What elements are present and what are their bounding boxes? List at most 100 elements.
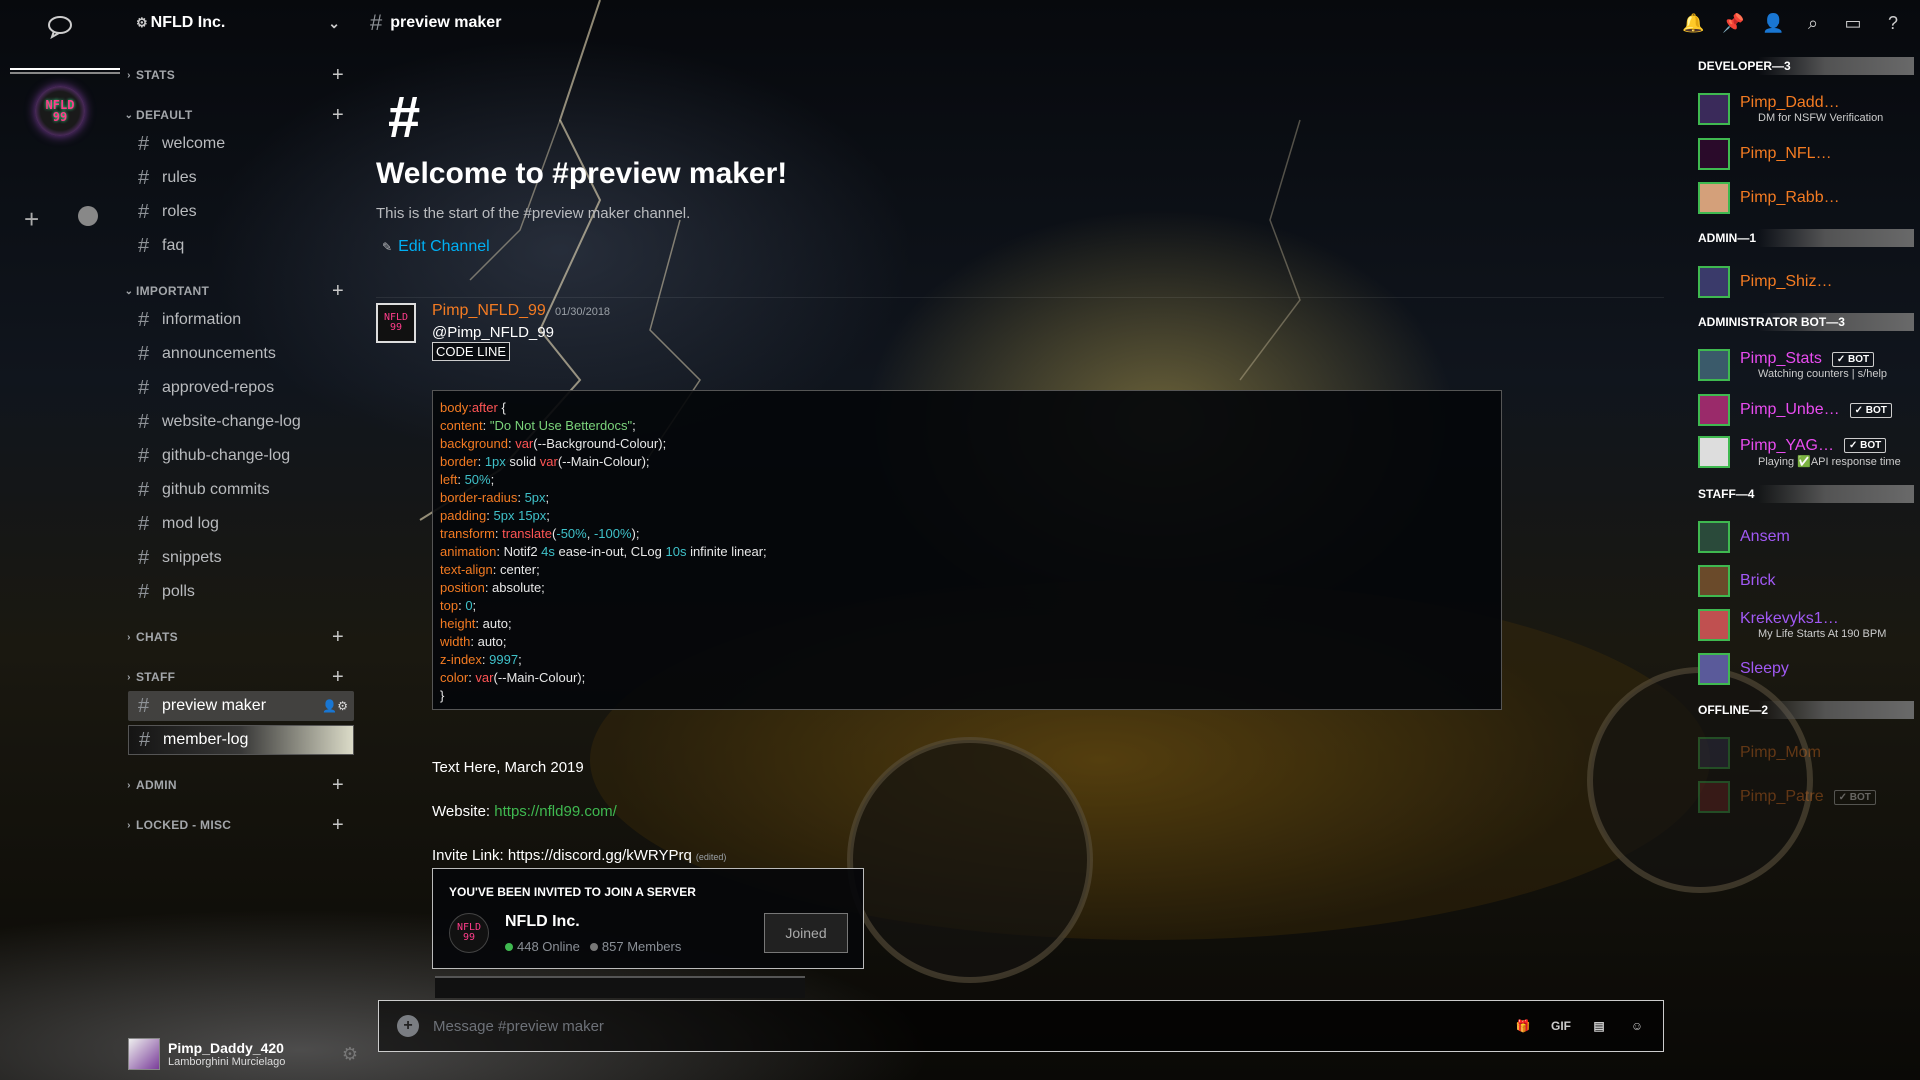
attach-plus-icon[interactable]: + bbox=[397, 1015, 419, 1037]
server-header[interactable]: ⚙ NFLD Inc. ⌄ bbox=[122, 0, 354, 46]
category-3[interactable]: › CHATS + bbox=[122, 626, 354, 649]
edit-channel-link[interactable]: ✎ Edit Channel bbox=[382, 238, 490, 256]
sticker-icon[interactable]: ▤ bbox=[1587, 1015, 1611, 1037]
member-item[interactable]: Pimp_Dadd… DM for NSFW Verification bbox=[1698, 89, 1918, 129]
member-item[interactable]: Sleepy bbox=[1698, 649, 1918, 689]
channel-item[interactable]: # snippets bbox=[128, 543, 354, 573]
website-link[interactable]: https://nfld99.com/ bbox=[494, 803, 617, 820]
member-info: Pimp_Mom bbox=[1740, 744, 1821, 762]
avatar bbox=[1698, 609, 1730, 641]
member-item[interactable]: Pimp_Shiz… bbox=[1698, 262, 1918, 302]
code-line: transform: translate(-50%, -100%); bbox=[440, 525, 1494, 543]
member-row: Brick bbox=[1740, 572, 1776, 590]
member-item[interactable]: Ansem bbox=[1698, 517, 1918, 557]
channel-item[interactable]: # welcome bbox=[128, 129, 354, 159]
category-6[interactable]: › LOCKED - MISC + bbox=[122, 814, 354, 837]
code-token: height bbox=[440, 616, 476, 631]
member-row: Pimp_Shiz… bbox=[1740, 273, 1832, 291]
category-2[interactable]: ⌄ IMPORTANT + bbox=[122, 280, 354, 303]
member-item[interactable]: Pimp_Unbe… ✓ BOT bbox=[1698, 390, 1918, 430]
rail-separator bbox=[10, 68, 120, 74]
code-line: border: 1px solid var(--Main-Colour); bbox=[440, 453, 1494, 471]
code-token: infinite linear; bbox=[686, 544, 767, 559]
add-channel-icon[interactable]: + bbox=[332, 814, 344, 837]
username: Pimp_Daddy_420 bbox=[168, 1039, 284, 1056]
add-channel-icon[interactable]: + bbox=[332, 774, 344, 797]
message-mention[interactable]: @Pimp_NFLD_99 bbox=[432, 324, 554, 341]
member-item[interactable]: Pimp_YAG… ✓ BOT Playing ✅API response time bbox=[1698, 432, 1918, 472]
channel-item[interactable]: # announcements bbox=[128, 339, 354, 369]
chevron-down-icon[interactable]: ⌄ bbox=[328, 15, 340, 32]
channel-item[interactable]: # faq bbox=[128, 231, 354, 261]
channel-item[interactable]: # website-change-log bbox=[128, 407, 354, 437]
add-channel-icon[interactable]: + bbox=[332, 104, 344, 127]
add-channel-icon[interactable]: + bbox=[332, 280, 344, 303]
joined-button[interactable]: Joined bbox=[764, 913, 848, 953]
code-token: top bbox=[440, 598, 459, 613]
code-token: translate bbox=[502, 526, 553, 541]
code-token: : bbox=[517, 490, 525, 505]
code-token: ; bbox=[632, 418, 636, 433]
add-channel-icon[interactable]: + bbox=[332, 626, 344, 649]
invite-link-text[interactable]: Invite Link: https://discord.gg/kWRYPrq bbox=[432, 847, 692, 864]
channel-item[interactable]: # github-change-log bbox=[128, 441, 354, 471]
chat-bubble-icon[interactable] bbox=[46, 14, 74, 40]
member-name: Pimp_Patre bbox=[1740, 788, 1824, 805]
message-input[interactable]: Message #preview maker bbox=[433, 1018, 604, 1035]
member-item[interactable]: Krekevyks1… My Life Starts At 190 BPM bbox=[1698, 605, 1918, 645]
code-token: (--Main-Colour); bbox=[493, 670, 586, 685]
category-5[interactable]: › ADMIN + bbox=[122, 774, 354, 797]
category-0[interactable]: › STATS + bbox=[122, 64, 354, 87]
compass-icon[interactable] bbox=[78, 206, 98, 226]
avatar[interactable] bbox=[128, 1038, 160, 1070]
member-item[interactable]: Pimp_Mom bbox=[1698, 733, 1918, 773]
member-item[interactable]: Pimp_Rabb… bbox=[1698, 178, 1918, 218]
channel-item[interactable]: # github commits bbox=[128, 475, 354, 505]
invite-gear-icon[interactable]: 👤⚙ bbox=[322, 699, 348, 713]
channel-item[interactable]: # polls bbox=[128, 577, 354, 607]
hash-icon: # bbox=[138, 342, 150, 365]
gif-icon[interactable]: GIF bbox=[1549, 1015, 1573, 1037]
role-header: ADMIN—1 bbox=[1692, 229, 1914, 247]
code-token: ); bbox=[631, 526, 640, 541]
hash-icon: # bbox=[138, 580, 150, 603]
channel-item[interactable]: # member-log bbox=[128, 725, 354, 755]
add-channel-icon[interactable]: + bbox=[332, 64, 344, 87]
add-server-icon[interactable]: + bbox=[24, 204, 39, 235]
server-name: NFLD Inc. bbox=[150, 14, 226, 31]
channel-item[interactable]: # rules bbox=[128, 163, 354, 193]
category-1[interactable]: ⌄ DEFAULT + bbox=[122, 104, 354, 127]
member-name: Ansem bbox=[1740, 528, 1790, 545]
member-item[interactable]: Pimp_NFL… bbox=[1698, 134, 1918, 174]
server-rail: NFLD 99 + bbox=[0, 0, 120, 1080]
member-info: Pimp_Unbe… ✓ BOT bbox=[1740, 401, 1892, 419]
member-name: Pimp_Rabb… bbox=[1740, 189, 1840, 206]
edited-tag: (edited) bbox=[695, 852, 727, 862]
message-avatar[interactable]: NFLD 99 bbox=[376, 303, 416, 343]
code-token: 50% bbox=[464, 472, 491, 487]
channel-item[interactable]: # information bbox=[128, 305, 354, 335]
message-author[interactable]: Pimp_NFLD_99 bbox=[432, 302, 546, 320]
channel-item[interactable]: # mod log bbox=[128, 509, 354, 539]
category-4[interactable]: › STAFF + bbox=[122, 666, 354, 689]
gift-icon[interactable]: 🎁 bbox=[1511, 1015, 1535, 1037]
member-item[interactable]: Brick bbox=[1698, 561, 1918, 601]
add-channel-icon[interactable]: + bbox=[332, 666, 344, 689]
channel-item[interactable]: # preview maker 👤⚙ bbox=[128, 691, 354, 721]
channel-item[interactable]: # approved-repos bbox=[128, 373, 354, 403]
role-header: DEVELOPER—3 bbox=[1692, 57, 1914, 75]
code-line: z-index: 9997; bbox=[440, 651, 1494, 669]
member-activity: My Life Starts At 190 BPM bbox=[1758, 628, 1887, 640]
channel-name: roles bbox=[162, 203, 197, 220]
server-icon[interactable]: NFLD 99 bbox=[35, 86, 85, 136]
member-name: Sleepy bbox=[1740, 660, 1789, 677]
emoji-icon[interactable]: ☺ bbox=[1625, 1015, 1649, 1037]
member-item[interactable]: Pimp_Stats ✓ BOT Watching counters | s/hel… bbox=[1698, 345, 1918, 385]
member-name: Brick bbox=[1740, 572, 1776, 589]
member-info: Brick bbox=[1740, 572, 1776, 590]
hash-icon: # bbox=[138, 512, 150, 535]
member-item[interactable]: Pimp_Patre ✓ BOT bbox=[1698, 777, 1918, 817]
code-line: body:after { bbox=[440, 399, 1494, 417]
settings-gear-icon[interactable]: ⚙ bbox=[342, 1044, 358, 1065]
channel-item[interactable]: # roles bbox=[128, 197, 354, 227]
